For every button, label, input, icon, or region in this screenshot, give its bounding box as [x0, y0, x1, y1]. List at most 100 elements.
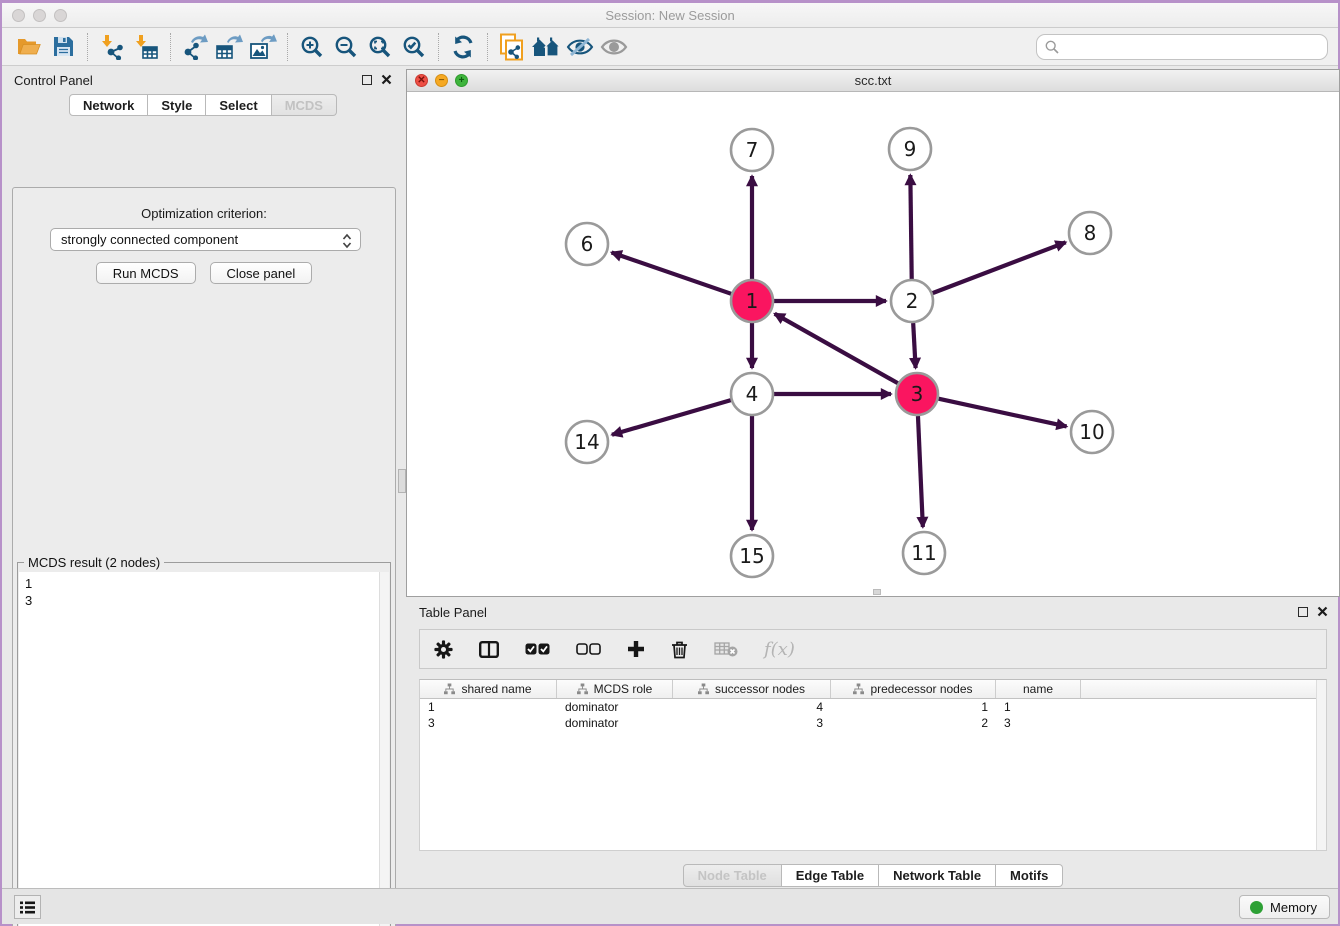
float-panel-icon[interactable]: [362, 75, 372, 85]
hide-selected-button[interactable]: [563, 32, 597, 62]
trash-icon: [671, 640, 688, 659]
create-column-button[interactable]: [627, 640, 645, 658]
graph-node-label-11: 11: [911, 541, 936, 565]
zoom-in-button[interactable]: [295, 32, 329, 62]
save-session-button[interactable]: [46, 32, 80, 62]
control-tab-style[interactable]: Style: [148, 94, 206, 116]
column-header-successor-nodes[interactable]: successor nodes: [673, 680, 831, 698]
apply-layout-button[interactable]: [446, 32, 480, 62]
graph-edge-2-8[interactable]: [933, 242, 1066, 293]
table-row[interactable]: 3dominator323: [420, 715, 1326, 731]
function-builder-button[interactable]: f(x): [764, 639, 795, 660]
export-table-icon: [215, 34, 243, 60]
result-scrollbar[interactable]: [379, 572, 389, 926]
control-tab-select[interactable]: Select: [206, 94, 271, 116]
zoom-out-button[interactable]: [329, 32, 363, 62]
show-all-button[interactable]: [597, 32, 631, 62]
control-tab-network[interactable]: Network: [69, 94, 148, 116]
shared-column-icon: [853, 683, 864, 695]
export-image-button[interactable]: [246, 32, 280, 62]
graph-edge-1-6[interactable]: [612, 252, 732, 293]
import-table-icon: [133, 34, 159, 60]
table-settings-button[interactable]: [434, 640, 453, 659]
status-bar: Memory: [2, 888, 1338, 924]
control-tab-mcds[interactable]: MCDS: [272, 94, 337, 116]
graph-node-label-10: 10: [1079, 420, 1104, 444]
show-columns-button[interactable]: [479, 641, 499, 658]
window-title: Session: New Session: [2, 8, 1338, 23]
select-all-button[interactable]: [525, 643, 550, 655]
fx-icon: f(x): [764, 639, 795, 660]
table-body: 1dominator4113dominator323: [420, 699, 1326, 731]
table-cell[interactable]: 4: [673, 699, 831, 715]
zoom-fit-icon: [368, 35, 392, 59]
app-titlebar: Session: New Session: [2, 3, 1338, 28]
import-network-button[interactable]: [95, 32, 129, 62]
shared-column-icon: [444, 683, 455, 695]
deselect-all-button[interactable]: [576, 643, 601, 655]
delete-columns-button[interactable]: [671, 640, 688, 659]
import-table-button[interactable]: [129, 32, 163, 62]
graph-edge-4-14[interactable]: [612, 400, 731, 435]
table-tabs: Node TableEdge TableNetwork TableMotifs: [406, 864, 1340, 887]
mcds-result-textarea[interactable]: 13: [19, 572, 389, 926]
zoom-fit-button[interactable]: [363, 32, 397, 62]
table-cell[interactable]: dominator: [557, 715, 673, 731]
graph-edge-2-9[interactable]: [910, 175, 911, 279]
graph-node-label-6: 6: [581, 232, 594, 256]
table-cell[interactable]: 1: [831, 699, 996, 715]
control-panel: Control Panel NetworkStyleSelectMCDS Opt…: [4, 68, 402, 888]
graph-node-label-9: 9: [904, 137, 917, 161]
float-table-panel-icon[interactable]: [1298, 607, 1308, 617]
table-tab-network-table[interactable]: Network Table: [879, 864, 996, 887]
open-session-button[interactable]: [12, 32, 46, 62]
network-canvas[interactable]: 1234678910111415: [407, 92, 1339, 596]
first-neighbors-button[interactable]: [529, 32, 563, 62]
export-table-button[interactable]: [212, 32, 246, 62]
unchecked-boxes-icon: [576, 643, 601, 655]
close-panel-icon[interactable]: [381, 74, 392, 85]
houses-icon: [531, 36, 561, 58]
table-tab-edge-table[interactable]: Edge Table: [782, 864, 879, 887]
graph-edge-3-1[interactable]: [775, 314, 898, 383]
close-panel-button[interactable]: Close panel: [210, 262, 313, 284]
task-history-button[interactable]: [14, 895, 41, 919]
zoom-selected-button[interactable]: [397, 32, 431, 62]
duplicate-network-button[interactable]: [495, 32, 529, 62]
search-input[interactable]: [1036, 34, 1328, 60]
column-header-MCDS-role[interactable]: MCDS role: [557, 680, 673, 698]
column-header-name[interactable]: name: [996, 680, 1081, 698]
mcds-result-lines: 13: [19, 572, 389, 612]
table-cell[interactable]: 3: [420, 715, 557, 731]
open-folder-icon: [17, 37, 41, 56]
table-tab-node-table[interactable]: Node Table: [683, 864, 782, 887]
toolbar-separator: [487, 33, 488, 61]
memory-button[interactable]: Memory: [1239, 895, 1330, 919]
table-cell[interactable]: 2: [831, 715, 996, 731]
graph-edge-2-3[interactable]: [913, 323, 915, 368]
graph-edge-3-11[interactable]: [918, 416, 923, 527]
column-header-shared-name[interactable]: shared name: [420, 680, 557, 698]
export-network-button[interactable]: [178, 32, 212, 62]
graph-node-label-7: 7: [746, 138, 759, 162]
table-cell[interactable]: 3: [673, 715, 831, 731]
plus-icon: [627, 640, 645, 658]
table-row[interactable]: 1dominator411: [420, 699, 1326, 715]
close-table-panel-icon[interactable]: [1317, 606, 1328, 617]
column-header-predecessor-nodes[interactable]: predecessor nodes: [831, 680, 996, 698]
table-tab-motifs[interactable]: Motifs: [996, 864, 1063, 887]
table-cell[interactable]: dominator: [557, 699, 673, 715]
search-container: [1036, 34, 1328, 60]
run-mcds-button[interactable]: Run MCDS: [96, 262, 196, 284]
table-panel: Table Panel: [406, 600, 1340, 890]
graph-edge-3-10[interactable]: [938, 399, 1066, 427]
table-cell[interactable]: 3: [996, 715, 1081, 731]
optimization-criterion-select[interactable]: strongly connected component: [50, 228, 361, 251]
network-resize-grip[interactable]: [873, 589, 881, 595]
table-cell[interactable]: 1: [420, 699, 557, 715]
graph-node-label-4: 4: [746, 382, 759, 406]
table-scrollbar[interactable]: [1316, 680, 1326, 850]
delete-table-button[interactable]: [714, 641, 738, 657]
panel-splitter-handle[interactable]: [398, 469, 406, 493]
table-cell[interactable]: 1: [996, 699, 1081, 715]
